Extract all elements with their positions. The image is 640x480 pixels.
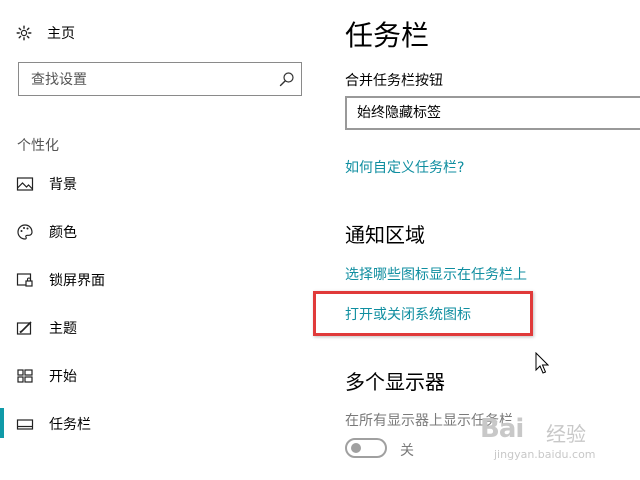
mouse-cursor-icon [535,352,549,374]
watermark-url: jingyan.baidu.com [494,448,596,461]
toggle-knob [351,443,361,453]
combine-buttons-dropdown[interactable]: 始终隐藏标签 [345,96,640,130]
lock-screen-icon [16,271,34,289]
sidebar-item-start[interactable]: 开始 [0,354,320,398]
settings-sidebar: 主页 个性化 背景 颜色 锁屏界面 主题 [0,0,320,480]
sidebar-item-label: 颜色 [49,225,77,241]
taskbar-icon [16,415,34,433]
home-label: 主页 [47,26,75,42]
toggle-state-label: 关 [400,443,414,459]
theme-icon [16,319,34,337]
section-title-personalization: 个性化 [17,138,59,154]
watermark-text: 经验 [546,422,586,446]
select-taskbar-icons-link[interactable]: 选择哪些图标显示在任务栏上 [345,264,527,284]
watermark-logo: Bai [480,414,524,444]
palette-icon [16,223,34,241]
sidebar-item-taskbar[interactable]: 任务栏 [0,402,320,446]
page-title: 任务栏 [345,19,430,52]
notification-area-heading: 通知区域 [345,223,425,247]
search-icon[interactable] [279,71,295,87]
sidebar-item-lock-screen[interactable]: 锁屏界面 [0,258,320,302]
sidebar-item-themes[interactable]: 主题 [0,306,320,350]
search-input[interactable] [29,63,273,97]
customize-taskbar-link[interactable]: 如何自定义任务栏? [345,157,464,177]
search-box[interactable] [18,62,302,97]
watermark: Bai 经验 jingyan.baidu.com [480,412,630,468]
sidebar-item-colors[interactable]: 颜色 [0,210,320,254]
multiple-displays-heading: 多个显示器 [345,370,445,394]
sidebar-item-label: 背景 [49,177,77,193]
sidebar-item-label: 任务栏 [49,417,91,433]
start-icon [16,367,34,385]
dropdown-value: 始终隐藏标签 [357,105,441,121]
sidebar-item-label: 主题 [49,321,77,337]
settings-content: 任务栏 合并任务栏按钮 始终隐藏标签 如何自定义任务栏? 通知区域 选择哪些图标… [320,0,640,480]
picture-icon [16,175,34,193]
sidebar-item-label: 锁屏界面 [49,273,105,289]
red-highlight-box [313,291,533,336]
combine-buttons-label: 合并任务栏按钮 [345,73,443,89]
gear-icon [16,25,32,41]
show-all-displays-toggle[interactable] [345,438,387,458]
sidebar-item-background[interactable]: 背景 [0,162,320,206]
home-nav-item[interactable]: 主页 [16,22,75,44]
sidebar-item-label: 开始 [49,369,77,385]
